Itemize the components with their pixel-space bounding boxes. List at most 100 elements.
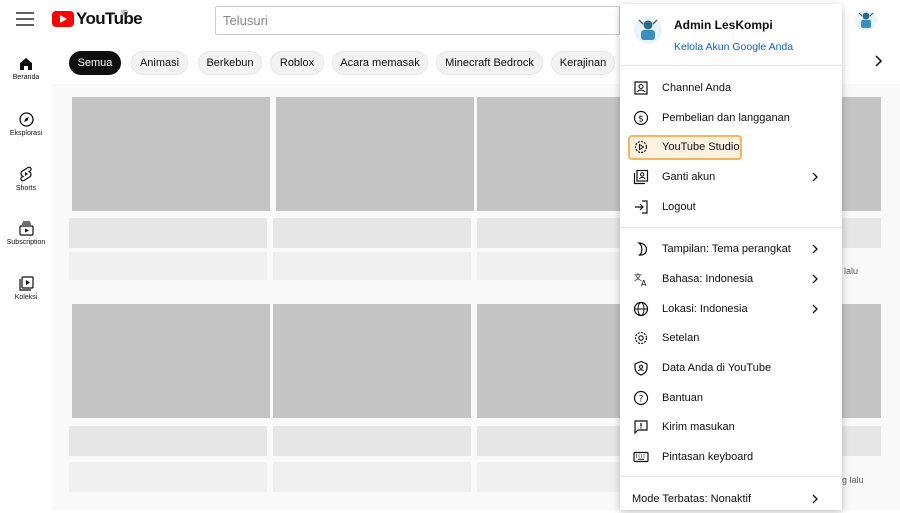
logout-icon xyxy=(635,200,648,214)
youtube-play-icon xyxy=(52,11,74,27)
video-title-placeholder xyxy=(477,426,627,456)
menu-item-label: Pembelian dan langganan xyxy=(662,112,790,124)
menu-item-your-data[interactable]: Data Anda di YouTube xyxy=(620,354,842,382)
video-title-placeholder xyxy=(273,218,471,248)
menu-item-label: Ganti akun xyxy=(662,171,716,183)
svg-text:$: $ xyxy=(638,115,644,125)
video-meta-placeholder xyxy=(273,252,471,280)
menu-item-logout[interactable]: Logout xyxy=(620,193,842,221)
video-thumbnail[interactable] xyxy=(72,97,270,211)
manage-account-link[interactable]: Kelola Akun Google Anda xyxy=(674,41,793,53)
video-thumbnail[interactable] xyxy=(276,97,474,211)
video-thumbnail[interactable] xyxy=(841,97,881,211)
video-meta-text: lalu xyxy=(844,266,859,276)
account-name: Admin LesKompi xyxy=(674,18,773,32)
menu-item-label: Logout xyxy=(662,201,696,213)
sidebar-item-eksplorasi[interactable]: Eksplorasi xyxy=(0,112,52,137)
video-title-placeholder xyxy=(69,426,267,456)
menu-item-purchases[interactable]: $ Pembelian dan langganan xyxy=(620,104,842,132)
chevron-right-icon xyxy=(812,304,818,314)
svg-text:?: ? xyxy=(639,395,644,405)
menu-item-restricted-mode[interactable]: Mode Terbatas: Nonaktif xyxy=(620,485,842,513)
video-meta-placeholder xyxy=(477,462,627,492)
chevron-right-icon[interactable] xyxy=(868,49,888,73)
settings-icon xyxy=(634,331,648,345)
sidebar-item-label: Beranda xyxy=(12,74,40,81)
shield-person-icon xyxy=(634,360,648,376)
video-thumbnail[interactable] xyxy=(841,304,881,418)
video-meta-placeholder xyxy=(69,252,267,280)
menu-item-switch-account[interactable]: Ganti akun xyxy=(620,163,842,191)
menu-item-label: Kirim masukan xyxy=(662,421,735,433)
chip-minecraft-bedrock[interactable]: Minecraft Bedrock xyxy=(436,51,543,75)
sidebar-item-label: Eksplorasi xyxy=(9,130,43,137)
chip-roblox[interactable]: Roblox xyxy=(270,51,324,75)
globe-icon xyxy=(633,301,649,317)
menu-item-label: Setelan xyxy=(662,332,700,344)
chip-berkebun[interactable]: Berkebun xyxy=(198,51,262,75)
menu-item-label: Data Anda di YouTube xyxy=(662,362,772,374)
video-title-placeholder xyxy=(841,218,881,248)
video-thumbnail[interactable] xyxy=(273,304,471,418)
shorts-icon xyxy=(20,166,32,182)
switch-account-icon xyxy=(633,169,649,185)
user-avatar[interactable] xyxy=(855,9,877,31)
sidebar-item-koleksi[interactable]: Koleksi xyxy=(0,276,52,301)
chevron-right-icon xyxy=(812,244,818,254)
menu-item-label: YouTube Studio xyxy=(662,141,740,153)
menu-item-channel[interactable]: Channel Anda xyxy=(620,74,842,102)
menu-item-settings[interactable]: Setelan xyxy=(620,324,842,352)
menu-item-youtube-studio[interactable]: YouTube Studio xyxy=(620,133,842,161)
menu-item-feedback[interactable]: Kirim masukan xyxy=(620,413,842,441)
menu-item-keyboard-shortcuts[interactable]: Pintasan keyboard xyxy=(620,443,842,471)
video-meta-placeholder xyxy=(477,252,627,280)
menu-divider xyxy=(620,476,842,477)
menu-item-label: Bahasa: Indonesia xyxy=(662,273,754,285)
sidebar: Beranda Eksplorasi Shorts Subscription K… xyxy=(0,44,52,510)
compass-icon xyxy=(18,112,34,127)
menu-item-appearance[interactable]: Tampilan: Tema perangkat xyxy=(620,235,842,263)
sidebar-item-beranda[interactable]: Beranda xyxy=(0,57,52,81)
chevron-right-icon xyxy=(812,172,818,182)
sidebar-item-subscription[interactable]: Subscription xyxy=(0,221,52,246)
menu-item-label: Tampilan: Tema perangkat xyxy=(662,243,791,255)
chip-kerajinan[interactable]: Kerajinan xyxy=(551,51,615,75)
video-thumbnail[interactable] xyxy=(72,304,270,418)
search-input[interactable]: Telusuri xyxy=(215,6,620,35)
video-meta-placeholder xyxy=(273,462,471,492)
video-thumbnail[interactable] xyxy=(477,97,627,211)
youtube-logo[interactable]: YouTube ID xyxy=(52,9,143,29)
menu-item-help[interactable]: ? Bantuan xyxy=(620,384,842,412)
video-title-placeholder xyxy=(69,218,267,248)
subscriptions-icon xyxy=(18,221,34,236)
menu-item-label: Lokasi: Indonesia xyxy=(662,303,748,315)
chevron-right-icon xyxy=(812,494,818,504)
menu-item-language[interactable]: 文A Bahasa: Indonesia xyxy=(620,265,842,293)
account-box-icon xyxy=(634,81,648,95)
sidebar-item-label: Subscription xyxy=(6,239,46,246)
sidebar-item-label: Koleksi xyxy=(14,294,38,301)
hamburger-menu-icon[interactable] xyxy=(16,12,34,26)
chip-acara-memasak[interactable]: Acara memasak xyxy=(332,51,428,75)
avatar xyxy=(634,16,662,44)
video-title-placeholder xyxy=(273,426,471,456)
video-meta-placeholder xyxy=(69,462,267,492)
moon-icon xyxy=(637,242,648,256)
svg-text:A: A xyxy=(641,279,647,288)
menu-item-label: Bantuan xyxy=(662,392,703,404)
video-meta-text: g lalu xyxy=(842,475,864,485)
menu-item-location[interactable]: Lokasi: Indonesia xyxy=(620,295,842,323)
menu-divider xyxy=(620,227,842,228)
chip-animasi[interactable]: Animasi xyxy=(131,51,188,75)
chip-semua[interactable]: Semua xyxy=(69,51,121,75)
account-menu: Admin LesKompi Kelola Akun Google Anda C… xyxy=(620,4,842,510)
chevron-right-icon xyxy=(812,274,818,284)
video-thumbnail[interactable] xyxy=(477,304,627,418)
home-icon xyxy=(20,58,32,70)
sidebar-item-label: Shorts xyxy=(15,185,37,192)
account-menu-header: Admin LesKompi Kelola Akun Google Anda xyxy=(620,4,842,66)
country-code: ID xyxy=(121,10,128,17)
library-icon xyxy=(18,276,34,291)
sidebar-item-shorts[interactable]: Shorts xyxy=(0,166,52,192)
help-icon: ? xyxy=(633,390,649,406)
